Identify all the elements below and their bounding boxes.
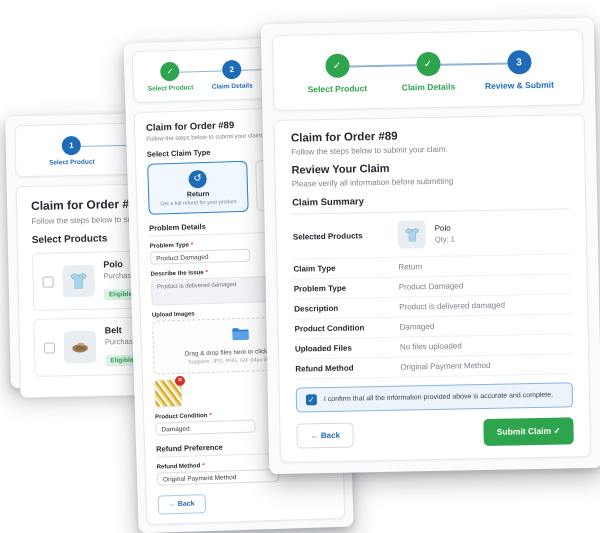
- summary-row-selected-products: Selected Products Polo Qty: 1: [292, 209, 570, 259]
- step-select-product[interactable]: ✓ Select Product: [291, 53, 383, 95]
- check-icon: ✓: [325, 54, 349, 78]
- polo-shirt-icon: [402, 225, 421, 244]
- claim-type-return[interactable]: ↺ Return Get a full refund for your prod…: [147, 161, 249, 215]
- back-button[interactable]: ← Back: [296, 423, 354, 449]
- return-icon: ↺: [188, 170, 207, 189]
- page-title: Claim for Order #89: [291, 127, 568, 144]
- step-claim-details[interactable]: 2 Claim Details: [201, 59, 264, 91]
- step-2-circle: 2: [222, 60, 242, 80]
- step-select-product[interactable]: 1 Select Product: [22, 135, 122, 167]
- wizard-footer: ← Back Submit Claim ✓: [296, 417, 573, 449]
- confirm-checkbox[interactable]: ✓: [306, 394, 317, 405]
- step-review-submit[interactable]: 3 Review & Submit: [473, 49, 565, 91]
- summary-product-name: Polo: [435, 224, 455, 233]
- confirm-text: I confirm that all the information provi…: [324, 392, 553, 403]
- folder-icon: [231, 327, 249, 342]
- polo-thumbnail: [398, 220, 427, 249]
- belt-checkbox[interactable]: [44, 342, 55, 353]
- product-condition-select[interactable]: Damaged: [155, 420, 255, 436]
- summary-row-refund-method: Refund MethodOriginal Payment Method: [295, 354, 572, 379]
- step-1-circle: 1: [62, 136, 81, 155]
- summary-product-qty: Qty: 1: [435, 235, 455, 244]
- step-3-circle: 3: [507, 50, 531, 74]
- review-submit-page: ✓ Select Product ✓ Claim Details 3 Revie…: [261, 18, 600, 474]
- refund-method-select[interactable]: Original Payment Method: [157, 469, 279, 486]
- back-button[interactable]: ← Back: [158, 494, 206, 514]
- review-subheading: Please verify all information before sub…: [292, 174, 569, 188]
- problem-type-select[interactable]: Product Damaged: [150, 249, 250, 265]
- belt-icon: [69, 336, 91, 358]
- uploaded-image-thumbnail: ×: [154, 379, 183, 408]
- submit-claim-button[interactable]: Submit Claim ✓: [484, 417, 574, 446]
- step-claim-details[interactable]: ✓ Claim Details: [382, 51, 474, 93]
- polo-checkbox[interactable]: [43, 276, 54, 287]
- polo-thumbnail: [62, 265, 95, 298]
- review-heading: Review Your Claim: [291, 159, 568, 176]
- check-icon: ✓: [160, 62, 180, 82]
- step-select-product[interactable]: ✓ Select Product: [139, 61, 202, 93]
- remove-image-button[interactable]: ×: [175, 376, 185, 386]
- page-subtitle: Follow the steps below to submit your cl…: [291, 142, 568, 156]
- confirmation-banner: ✓ I confirm that all the information pro…: [296, 382, 573, 412]
- stepper-review-page: ✓ Select Product ✓ Claim Details 3 Revie…: [272, 29, 584, 111]
- belt-thumbnail: [64, 331, 97, 364]
- check-icon: ✓: [416, 52, 440, 76]
- polo-shirt-icon: [67, 270, 89, 292]
